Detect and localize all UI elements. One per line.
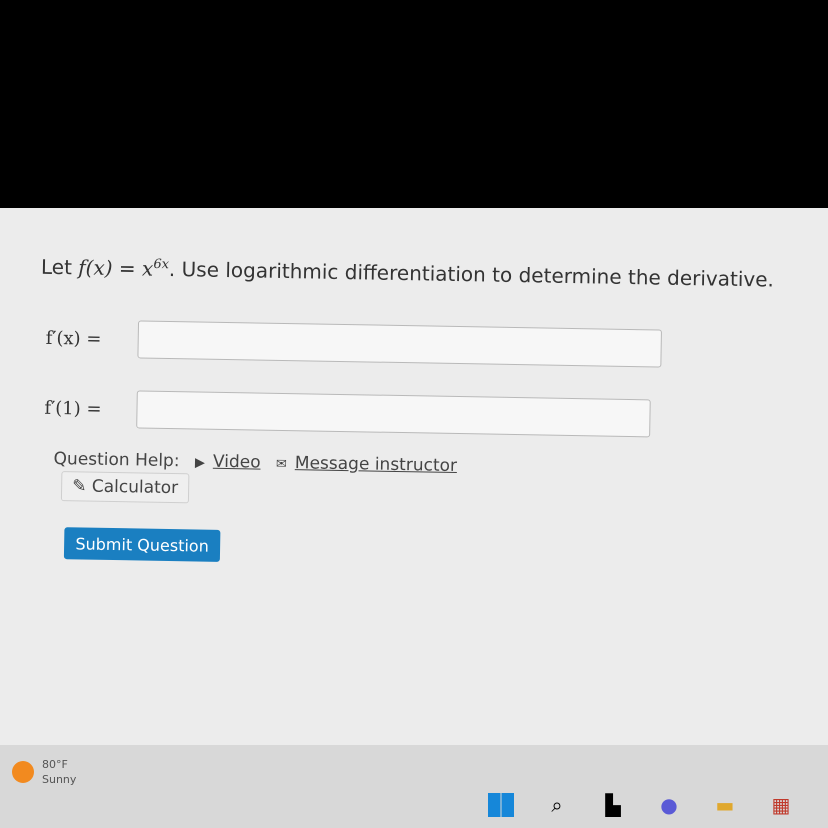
- video-icon: ▶: [194, 455, 206, 471]
- answer-row-derivative-at-1: f′(1) =: [44, 389, 651, 438]
- equals-sign: =: [112, 255, 143, 281]
- taskbar-icons: ⌕ ▙ ● ▬ ▦: [488, 793, 794, 817]
- weather-condition: Sunny: [42, 773, 77, 786]
- mail-icon: ✉: [275, 456, 287, 473]
- question-instruction: . Use logarithmic differentiation to det…: [168, 256, 775, 292]
- submit-question-button[interactable]: Submit Question: [63, 527, 221, 562]
- function-exponent: 6x: [153, 257, 170, 273]
- question-help-label: Question Help:: [53, 448, 180, 472]
- calculator-button[interactable]: ✎ Calculator: [60, 471, 190, 504]
- browser-screen: Let f(x) = x6x. Use logarithmic differen…: [0, 208, 828, 828]
- calculator-label: Calculator: [91, 476, 179, 499]
- search-icon[interactable]: ⌕: [544, 793, 570, 817]
- function-base: x: [141, 256, 154, 281]
- derivative-label: f′(x) =: [45, 327, 102, 350]
- answer-row-derivative: f′(x) =: [45, 319, 662, 368]
- task-view-icon[interactable]: ▙: [600, 793, 626, 817]
- question-text: Let f(x) = x6x. Use logarithmic differen…: [41, 255, 774, 292]
- question-area: Let f(x) = x6x. Use logarithmic differen…: [0, 208, 828, 762]
- store-icon[interactable]: ▦: [768, 793, 794, 817]
- windows-icon[interactable]: [488, 793, 514, 817]
- message-instructor-link[interactable]: Message instructor: [295, 453, 457, 476]
- video-link[interactable]: Video: [213, 452, 261, 473]
- weather-temperature: 80°F: [42, 758, 68, 771]
- question-prefix: Let: [40, 254, 79, 280]
- derivative-at-1-label: f′(1) =: [44, 397, 102, 420]
- taskbar: 80°F Sunny ⌕ ▙ ● ▬ ▦: [0, 745, 828, 828]
- chat-icon[interactable]: ●: [656, 793, 682, 817]
- function-name: f(x): [78, 255, 113, 280]
- sun-icon: [12, 761, 34, 783]
- folder-icon[interactable]: ▬: [712, 793, 738, 817]
- derivative-at-1-answer-input[interactable]: [136, 390, 651, 438]
- derivative-answer-input[interactable]: [137, 320, 662, 368]
- calculator-icon: ✎: [71, 476, 87, 497]
- weather-widget[interactable]: 80°F Sunny: [42, 757, 76, 787]
